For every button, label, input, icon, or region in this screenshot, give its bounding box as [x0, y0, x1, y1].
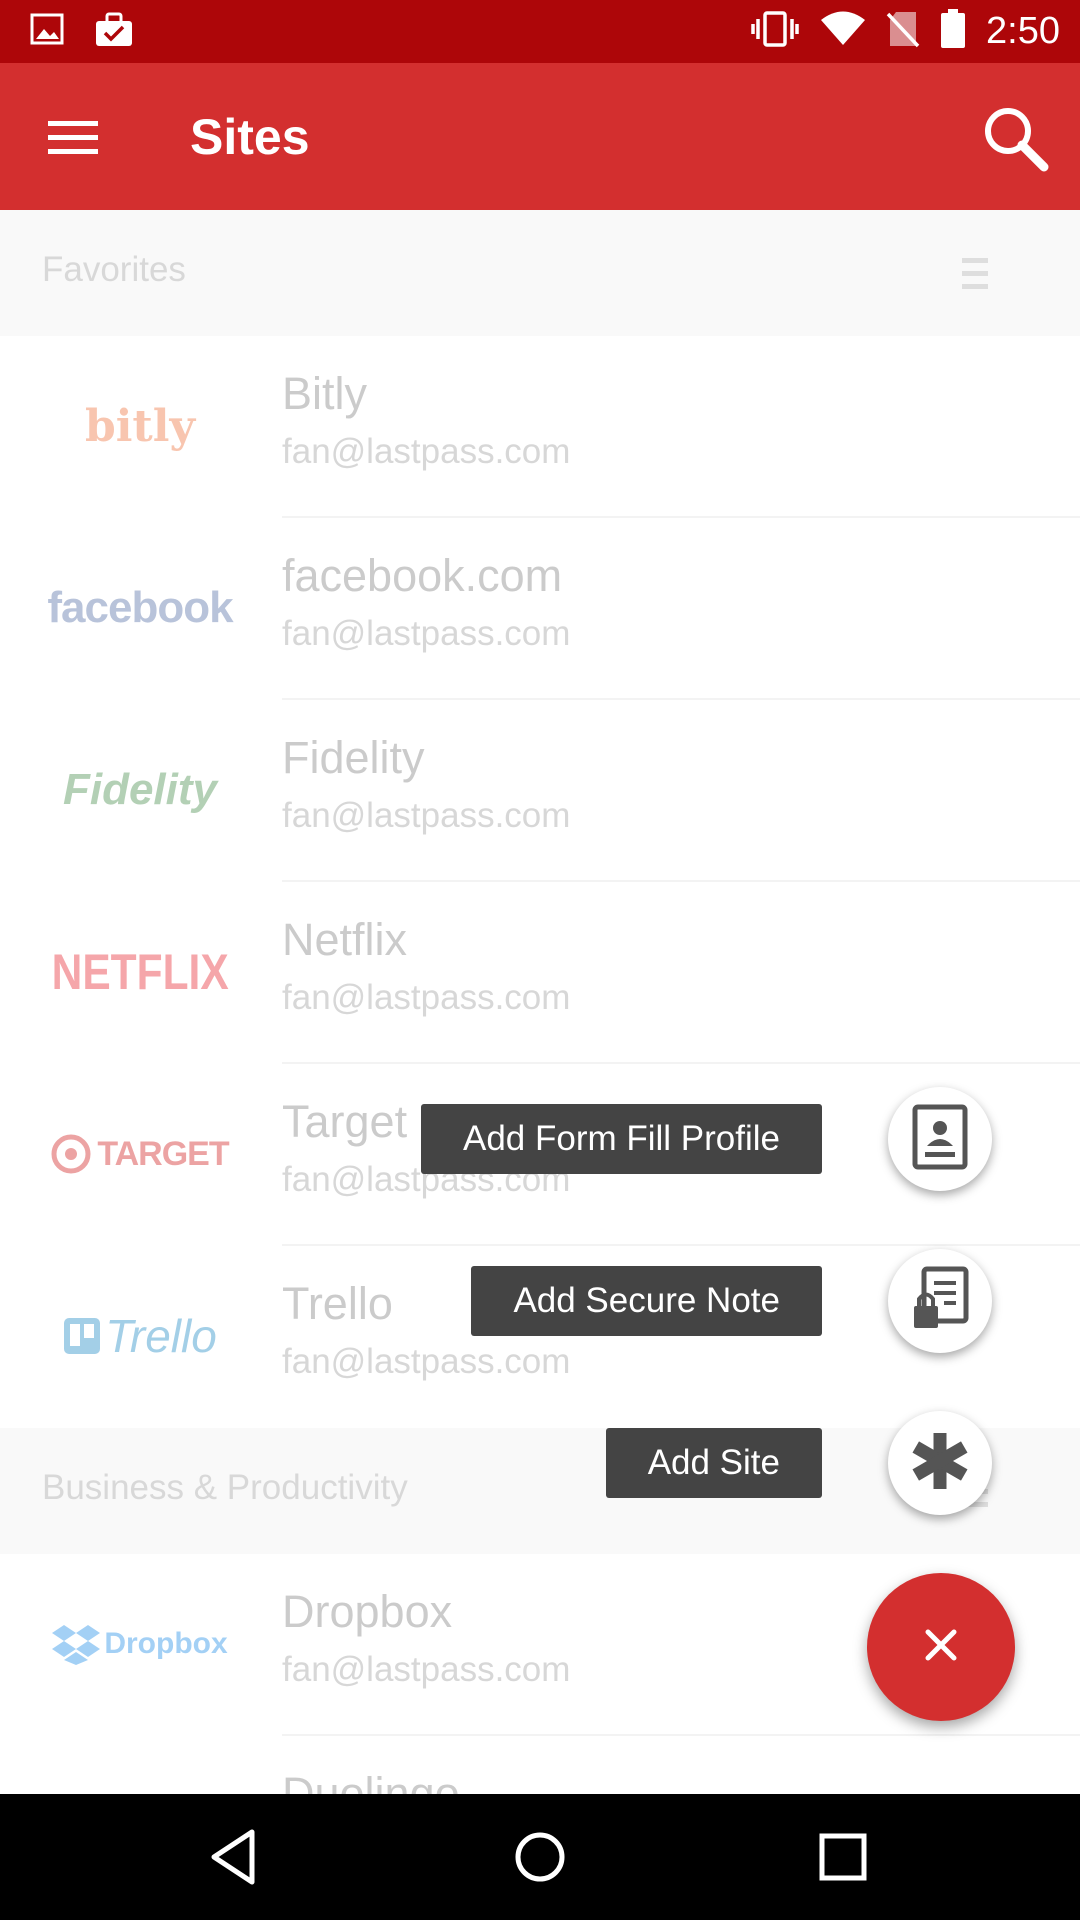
form-fill-profile-icon	[911, 1104, 969, 1175]
back-icon[interactable]	[200, 1824, 270, 1890]
fab-menu-scrim[interactable]	[0, 210, 1080, 1794]
hamburger-menu-icon[interactable]	[36, 107, 108, 167]
add-site-button[interactable]	[888, 1411, 992, 1515]
home-icon[interactable]	[505, 1824, 575, 1890]
battery-icon	[940, 8, 966, 54]
page-title: Sites	[190, 109, 310, 165]
app-bar: Sites	[0, 63, 1080, 210]
add-secure-note-button[interactable]	[888, 1249, 992, 1353]
asterisk-icon	[909, 1430, 971, 1497]
add-secure-note-label[interactable]: Add Secure Note	[471, 1266, 822, 1336]
briefcase-icon	[94, 12, 134, 53]
no-sim-icon	[886, 10, 920, 53]
status-bar: 2:50	[0, 0, 1080, 63]
navigation-bar	[0, 1794, 1080, 1920]
screen: 2:50 Sites Favorites bitly Bitly fan@las…	[0, 0, 1080, 1920]
add-form-fill-profile-label[interactable]: Add Form Fill Profile	[420, 1104, 822, 1174]
add-form-fill-profile-button[interactable]	[888, 1087, 992, 1191]
close-icon	[923, 1627, 959, 1668]
vibrate-icon	[750, 9, 800, 54]
status-time: 2:50	[986, 10, 1060, 52]
close-fab-menu-button[interactable]	[867, 1573, 1015, 1721]
gallery-icon	[30, 12, 64, 53]
wifi-icon	[820, 11, 866, 52]
add-site-label[interactable]: Add Site	[605, 1428, 822, 1498]
recents-icon[interactable]	[808, 1824, 878, 1890]
search-icon[interactable]	[978, 101, 1054, 177]
secure-note-icon	[910, 1266, 970, 1337]
